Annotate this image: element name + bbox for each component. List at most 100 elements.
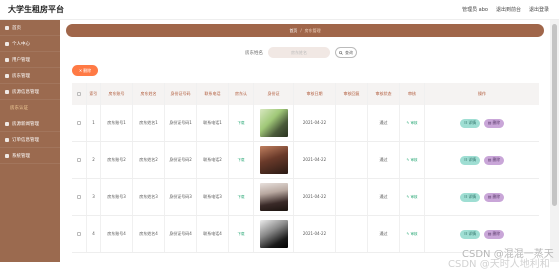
cell-name: 房东姓名4 [133,216,165,252]
delete-button[interactable]: ▤ 删除 [484,192,504,202]
row-checkbox[interactable] [77,195,81,199]
breadcrumb-separator: / [300,28,302,33]
table-header: 索引 房东账号 房东姓名 身份证号码 联系电话 房东认 身份证 审核日期 审核回… [72,83,539,105]
col-account: 房东账号 [101,83,133,105]
cell-phone: 联系电话1 [197,105,229,141]
cell-audit-date: 2021-04-22 [294,105,336,141]
detail-button[interactable]: ☷ 详情 [460,192,480,202]
audit-button[interactable]: ✎ 审核 [407,120,418,126]
cell-audit-date: 2021-04-22 [294,216,336,252]
search-button[interactable]: 查询 [335,47,357,58]
row-checkbox[interactable] [77,158,81,162]
edit-icon: ✎ [406,232,410,236]
cell-phone: 联系电话4 [197,216,229,252]
col-auth: 房东认 [229,83,254,105]
row-checkbox[interactable] [77,121,81,125]
sidebar-item-system[interactable]: 系统管理 [0,148,60,164]
audit-button[interactable]: ✎ 审核 [407,231,418,237]
user-icon [5,41,9,46]
cell-index: 2 [87,142,101,178]
col-phone: 联系电话 [197,83,229,105]
sidebar-item-profile[interactable]: 个人中心 [0,36,60,52]
cell-name: 房东姓名2 [133,142,165,178]
col-name: 房东姓名 [133,83,165,105]
sidebar-item-listings[interactable]: 房源信息管理 [0,84,60,100]
sidebar-item-home[interactable]: 首页 [0,20,60,36]
scrollbar-thumb[interactable] [552,24,557,206]
exit-to-front-link[interactable]: 退出到前台 [496,6,521,13]
search-input[interactable]: 房东姓名 [268,47,330,58]
breadcrumb-home[interactable]: 首页 [289,28,297,34]
cell-audit-status: 通过 [368,179,400,215]
trash-icon: ▤ [487,120,492,125]
cell-audit-reply [336,142,368,178]
sidebar-subitem-landlord-cert[interactable]: 房东认证 [0,100,60,116]
house-icon [5,89,9,94]
cell-audit-date: 2021-04-22 [294,179,336,215]
audit-button[interactable]: ✎ 审核 [407,194,418,200]
trash-icon: ▤ [487,194,492,199]
cell-index: 1 [87,105,101,141]
detail-button[interactable]: ☷ 详情 [460,118,480,128]
cell-idcard: 身份证号码3 [165,179,197,215]
top-bar: 大学生租房平台 管理员 abo 退出到前台 退出登录 [0,0,559,20]
col-idphoto: 身份证 [254,83,294,105]
vertical-scrollbar[interactable] [550,20,559,262]
download-link[interactable]: 下载 [238,231,245,237]
search-label: 房东姓名 [245,50,263,56]
col-audit: 审核 [400,83,425,105]
detail-button[interactable]: ☷ 详情 [460,229,480,239]
order-icon [5,137,9,142]
top-right-links: 管理员 abo 退出到前台 退出登录 [462,6,549,13]
detail-icon: ☷ [464,120,468,125]
batch-delete-button[interactable]: ✕ 删除 [72,65,98,76]
watermark: CSDN @天时人地利和 [448,259,550,270]
main-content: 首页 / 房东管理 房东姓名 房东姓名 查询 ✕ 删除 索引 房东账号 房东姓名… [60,20,550,262]
cell-audit-status: 通过 [368,142,400,178]
sidebar-item-landlords[interactable]: 房东管理 [0,68,60,84]
id-photo-thumbnail [259,220,288,248]
delete-button[interactable]: ▤ 删除 [484,229,504,239]
table-row: 2 房东账号2 房东姓名2 身份证号码2 联系电话2 下载 2021-04-22… [72,142,539,179]
home-icon [5,25,9,30]
table-row: 1 房东账号1 房东姓名1 身份证号码1 联系电话1 下载 2021-04-22… [72,105,539,142]
breadcrumb-current: 房东管理 [304,27,321,33]
col-actions: 操作 [478,91,486,96]
table-row: 3 房东账号3 房东姓名3 身份证号码3 联系电话3 下载 2021-04-22… [72,179,539,216]
cell-idcard: 身份证号码4 [165,216,197,252]
cell-phone: 联系电话2 [197,142,229,178]
delete-button[interactable]: ▤ 删除 [484,118,504,128]
sidebar: 首页 个人中心 用户管理 房东管理 房源信息管理 房东认证 房源新闻管理 订单信… [0,20,60,262]
sidebar-item-users[interactable]: 用户管理 [0,52,60,68]
sidebar-item-news[interactable]: 房源新闻管理 [0,116,60,132]
col-index: 索引 [87,83,101,105]
cell-idcard: 身份证号码1 [165,105,197,141]
select-all-checkbox[interactable] [77,92,81,96]
detail-button[interactable]: ☷ 详情 [460,155,480,165]
cell-index: 4 [87,216,101,252]
cell-audit-reply [336,105,368,141]
download-link[interactable]: 下载 [238,120,245,126]
trash-icon: ▤ [487,157,492,162]
detail-icon: ☷ [464,194,468,199]
cell-audit-date: 2021-04-22 [294,142,336,178]
landlord-icon [5,73,9,78]
download-link[interactable]: 下载 [238,157,245,163]
current-user: 管理员 abo [462,7,488,13]
download-link[interactable]: 下载 [238,194,245,200]
settings-icon [5,153,9,158]
id-photo-thumbnail [259,146,288,174]
logout-link[interactable]: 退出登录 [529,6,549,13]
cell-account: 房东账号3 [101,179,133,215]
cell-audit-reply [336,179,368,215]
trash-icon: ▤ [487,231,492,236]
cell-account: 房东账号4 [101,216,133,252]
row-checkbox[interactable] [77,232,81,236]
id-photo-thumbnail [259,183,288,211]
news-icon [5,121,9,126]
sidebar-item-orders[interactable]: 订单信息管理 [0,132,60,148]
delete-button[interactable]: ▤ 删除 [484,155,504,165]
users-icon [5,57,9,62]
cell-name: 房东姓名1 [133,105,165,141]
audit-button[interactable]: ✎ 审核 [407,157,418,163]
